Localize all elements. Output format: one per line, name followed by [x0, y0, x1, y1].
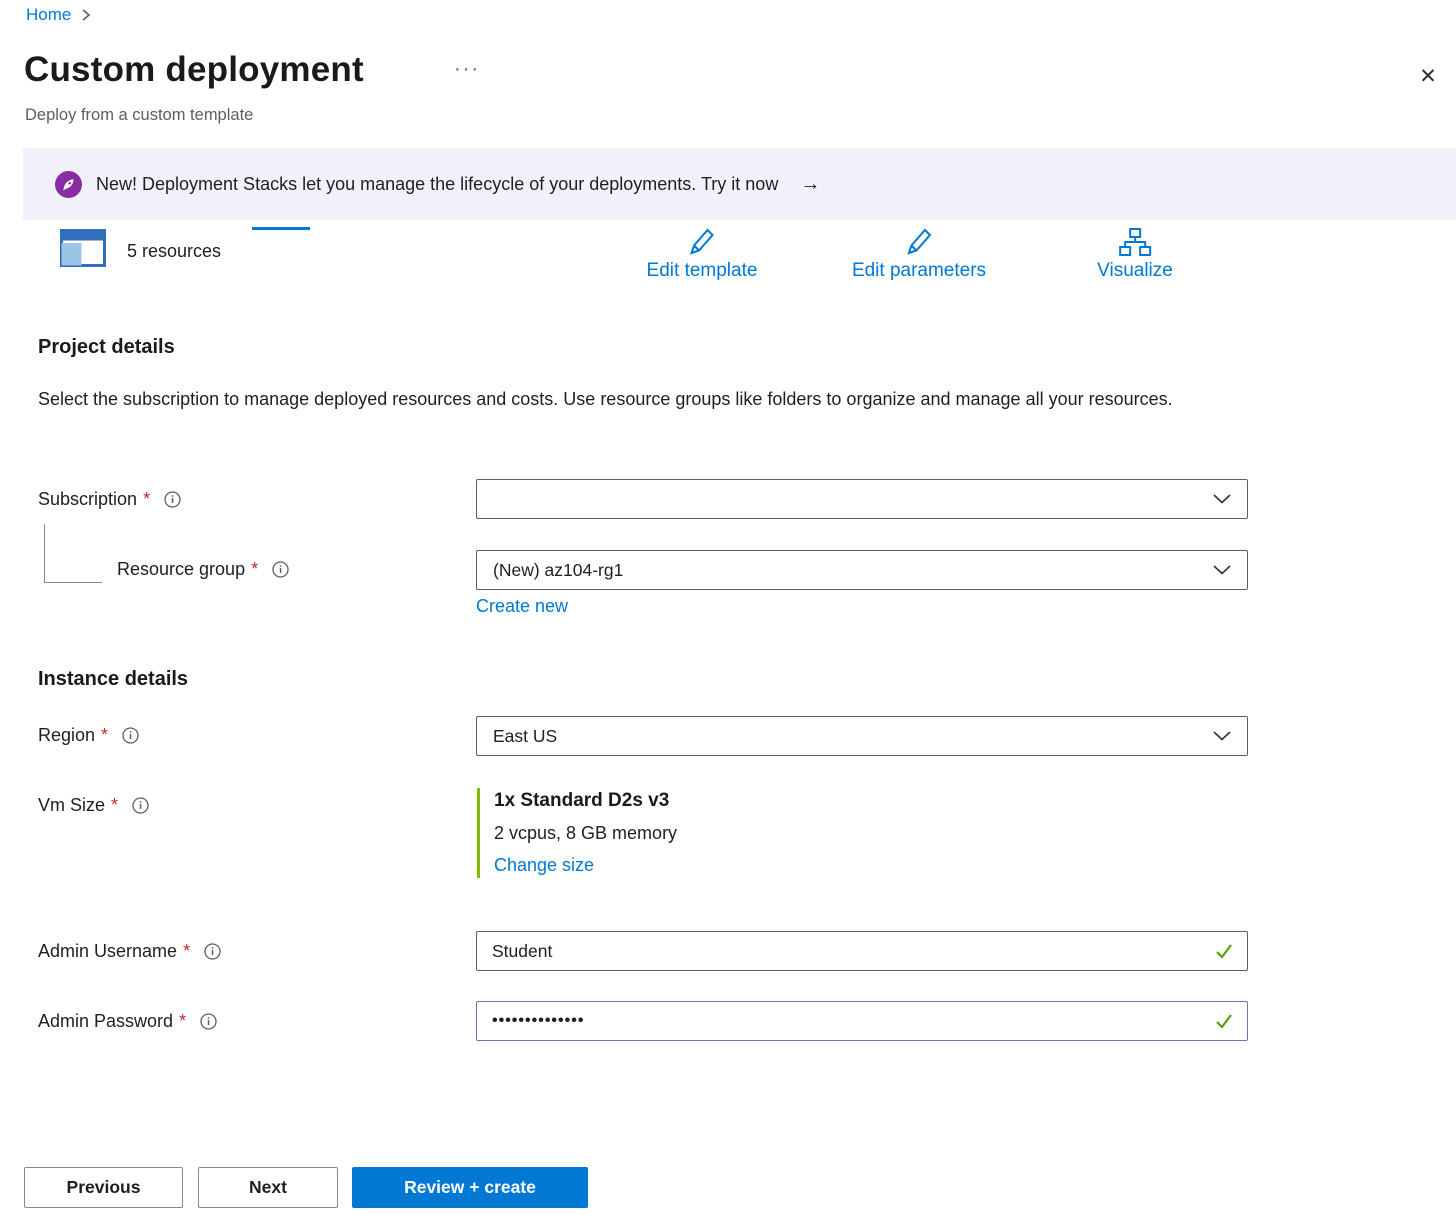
previous-button[interactable]: Previous	[24, 1167, 183, 1208]
region-label: Region	[38, 725, 95, 746]
admin-username-label: Admin Username	[38, 941, 177, 962]
project-details-description: Select the subscription to manage deploy…	[38, 384, 1188, 415]
subscription-label-row: Subscription *	[38, 489, 181, 510]
region-value: East US	[493, 726, 557, 747]
pencil-icon	[903, 227, 935, 257]
next-button[interactable]: Next	[198, 1167, 338, 1208]
admin-password-label-row: Admin Password *	[38, 1011, 217, 1032]
info-icon[interactable]	[122, 727, 139, 744]
pencil-icon	[686, 227, 718, 257]
template-icon	[60, 229, 106, 272]
subscription-dropdown[interactable]	[476, 479, 1248, 519]
resource-group-dropdown[interactable]: (New) az104-rg1	[476, 550, 1248, 590]
chevron-down-icon	[1213, 565, 1231, 575]
edit-template-label: Edit template	[647, 260, 758, 282]
required-asterisk: *	[183, 941, 190, 962]
edit-parameters-label: Edit parameters	[852, 260, 986, 282]
vm-size-title: 1x Standard D2s v3	[494, 790, 677, 812]
vm-size-label-row: Vm Size *	[38, 795, 149, 816]
info-icon[interactable]	[204, 943, 221, 960]
admin-username-input[interactable]	[476, 931, 1248, 971]
resource-group-label-row: Resource group *	[117, 559, 289, 580]
clipped-link-fragment	[252, 227, 310, 230]
chevron-right-icon	[81, 8, 91, 22]
page-title: Custom deployment	[24, 50, 364, 90]
region-label-row: Region *	[38, 725, 139, 746]
required-asterisk: *	[111, 795, 118, 816]
valid-check-icon	[1214, 1011, 1234, 1036]
close-icon[interactable]: ✕	[1412, 60, 1444, 92]
more-options-icon[interactable]: ···	[454, 58, 480, 81]
resource-group-value: (New) az104-rg1	[493, 560, 623, 581]
info-icon[interactable]	[132, 797, 149, 814]
valid-check-icon	[1214, 941, 1234, 966]
resource-count-label: 5 resources	[127, 241, 221, 262]
breadcrumb-home-link[interactable]: Home	[26, 5, 71, 25]
chevron-down-icon	[1213, 731, 1231, 741]
visualize-button[interactable]: Visualize	[1097, 227, 1173, 282]
visualize-icon	[1118, 227, 1152, 257]
chevron-down-icon	[1213, 494, 1231, 504]
visualize-label: Visualize	[1097, 260, 1173, 282]
admin-password-input[interactable]	[476, 1001, 1248, 1041]
subscription-label: Subscription	[38, 489, 137, 510]
vm-size-detail: 2 vcpus, 8 GB memory	[494, 823, 677, 844]
resource-group-label: Resource group	[117, 559, 245, 580]
instance-details-heading: Instance details	[38, 668, 188, 691]
banner-text: New! Deployment Stacks let you manage th…	[96, 174, 778, 195]
breadcrumb: Home	[26, 5, 91, 25]
admin-username-label-row: Admin Username *	[38, 941, 221, 962]
indent-connector-line	[44, 524, 102, 583]
required-asterisk: *	[101, 725, 108, 746]
required-asterisk: *	[179, 1011, 186, 1032]
admin-password-label: Admin Password	[38, 1011, 173, 1032]
info-icon[interactable]	[272, 561, 289, 578]
edit-template-button[interactable]: Edit template	[647, 227, 758, 282]
arrow-right-icon: →	[800, 173, 820, 196]
required-asterisk: *	[143, 489, 150, 510]
edit-parameters-button[interactable]: Edit parameters	[852, 227, 986, 282]
vm-size-label: Vm Size	[38, 795, 105, 816]
info-icon[interactable]	[164, 491, 181, 508]
change-size-link[interactable]: Change size	[494, 855, 677, 876]
page-subtitle: Deploy from a custom template	[25, 106, 253, 125]
review-create-button[interactable]: Review + create	[352, 1167, 588, 1208]
info-icon[interactable]	[200, 1013, 217, 1030]
deployment-stacks-banner[interactable]: New! Deployment Stacks let you manage th…	[23, 148, 1456, 220]
required-asterisk: *	[251, 559, 258, 580]
project-details-heading: Project details	[38, 336, 175, 359]
rocket-icon	[55, 171, 82, 198]
admin-username-field-wrap	[476, 931, 1248, 971]
admin-password-field-wrap	[476, 1001, 1248, 1041]
vm-size-summary: 1x Standard D2s v3 2 vcpus, 8 GB memory …	[477, 788, 677, 878]
region-dropdown[interactable]: East US	[476, 716, 1248, 756]
create-new-link[interactable]: Create new	[476, 596, 568, 617]
